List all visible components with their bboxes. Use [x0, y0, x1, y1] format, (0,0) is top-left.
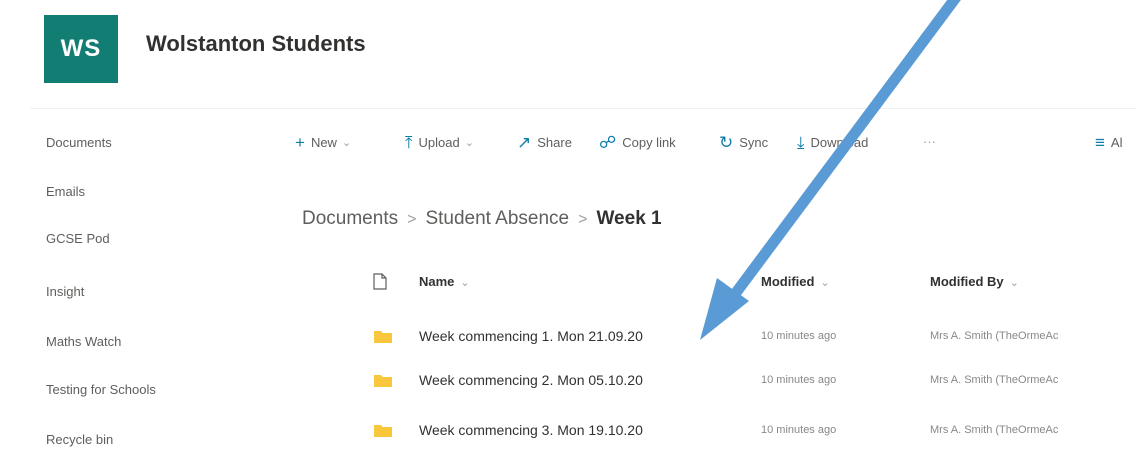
breadcrumb: Documents > Student Absence > Week 1: [302, 208, 662, 230]
download-button[interactable]: ⤓ Download: [797, 134, 868, 151]
more-commands-button[interactable]: ···: [923, 134, 936, 149]
column-modified-label: Modified: [761, 274, 815, 289]
row-name[interactable]: Week commencing 1. Mon 21.09.20: [419, 328, 643, 344]
nav-item-maths-watch[interactable]: Maths Watch: [46, 334, 121, 349]
row-modified: 10 minutes ago: [761, 330, 837, 342]
nav-item-insight[interactable]: Insight: [46, 284, 84, 299]
chevron-down-icon: ⌄: [820, 277, 830, 289]
chevron-down-icon: ⌄: [464, 137, 474, 149]
list-header: Name ⌄ Modified ⌄ Modified By ⌄: [364, 268, 1136, 298]
table-row[interactable]: Week commencing 2. Mon 05.10.20 10 minut…: [364, 360, 1136, 404]
nav-item-recycle-bin[interactable]: Recycle bin: [46, 432, 113, 447]
upload-label: Upload: [418, 135, 460, 150]
copy-link-label: Copy link: [622, 135, 676, 150]
nav-item-testing-for-schools[interactable]: Testing for Schools: [46, 382, 156, 397]
sync-button[interactable]: ↻ Sync: [719, 134, 768, 151]
column-name-header[interactable]: Name ⌄: [419, 274, 470, 289]
sync-icon: ↻: [719, 133, 734, 152]
breadcrumb-current: Week 1: [596, 208, 662, 229]
site-logo[interactable]: WS: [44, 15, 118, 83]
list-view-icon: ≡: [1095, 133, 1105, 152]
column-name-label: Name: [419, 274, 455, 289]
sync-label: Sync: [739, 135, 769, 150]
row-modified-by: Mrs A. Smith (TheOrmeAc: [930, 374, 1059, 386]
row-modified-by: Mrs A. Smith (TheOrmeAc: [930, 330, 1059, 342]
column-modified-header[interactable]: Modified ⌄: [761, 274, 830, 289]
breadcrumb-separator-icon: >: [407, 211, 417, 228]
row-name[interactable]: Week commencing 3. Mon 19.10.20: [419, 422, 643, 438]
breadcrumb-documents[interactable]: Documents: [302, 208, 398, 229]
header-divider: [30, 108, 1136, 109]
nav-item-documents[interactable]: Documents: [46, 135, 112, 150]
left-navigation: Documents Emails GCSE Pod Insight Maths …: [0, 115, 270, 450]
new-label: New: [310, 135, 337, 150]
plus-icon: +: [295, 133, 305, 152]
download-icon: ⤓: [797, 133, 805, 152]
view-options-button[interactable]: ≡ Al: [1095, 134, 1122, 151]
table-row[interactable]: Week commencing 1. Mon 21.09.20 10 minut…: [364, 316, 1136, 360]
column-modified-by-label: Modified By: [930, 274, 1004, 289]
download-label: Download: [810, 135, 869, 150]
copy-link-button[interactable]: ☍ Copy link: [599, 134, 676, 151]
breadcrumb-student-absence[interactable]: Student Absence: [425, 208, 569, 229]
upload-icon: ⤒: [405, 133, 413, 152]
nav-item-gcse-pod[interactable]: GCSE Pod: [46, 231, 110, 246]
command-bar: + New ⌄ ⤒ Upload ⌄ ↗ Share ☍ Copy link ↻…: [295, 126, 1136, 162]
row-name[interactable]: Week commencing 2. Mon 05.10.20: [419, 372, 643, 388]
upload-button[interactable]: ⤒ Upload ⌄: [405, 134, 474, 151]
chevron-down-icon: ⌄: [460, 277, 470, 289]
view-options-label: Al: [1110, 135, 1123, 150]
folder-icon: [374, 331, 392, 343]
site-title[interactable]: Wolstanton Students: [146, 31, 366, 57]
link-icon: ☍: [599, 133, 617, 152]
share-label: Share: [537, 135, 572, 150]
file-type-icon[interactable]: [373, 273, 387, 290]
site-header: WS Wolstanton Students: [0, 0, 1136, 100]
chevron-down-icon: ⌄: [341, 137, 352, 149]
share-button[interactable]: ↗ Share: [517, 134, 572, 151]
share-icon: ↗: [517, 133, 532, 152]
folder-icon: [374, 425, 392, 437]
row-modified-by: Mrs A. Smith (TheOrmeAc: [930, 424, 1059, 436]
row-modified: 10 minutes ago: [761, 424, 837, 436]
folder-icon: [374, 375, 392, 387]
table-row[interactable]: Week commencing 3. Mon 19.10.20 10 minut…: [364, 410, 1136, 454]
row-modified: 10 minutes ago: [761, 374, 837, 386]
breadcrumb-separator-icon: >: [578, 211, 588, 228]
column-modified-by-header[interactable]: Modified By ⌄: [930, 274, 1019, 289]
new-button[interactable]: + New ⌄: [295, 134, 351, 151]
nav-item-emails[interactable]: Emails: [46, 184, 85, 199]
chevron-down-icon: ⌄: [1009, 277, 1019, 289]
